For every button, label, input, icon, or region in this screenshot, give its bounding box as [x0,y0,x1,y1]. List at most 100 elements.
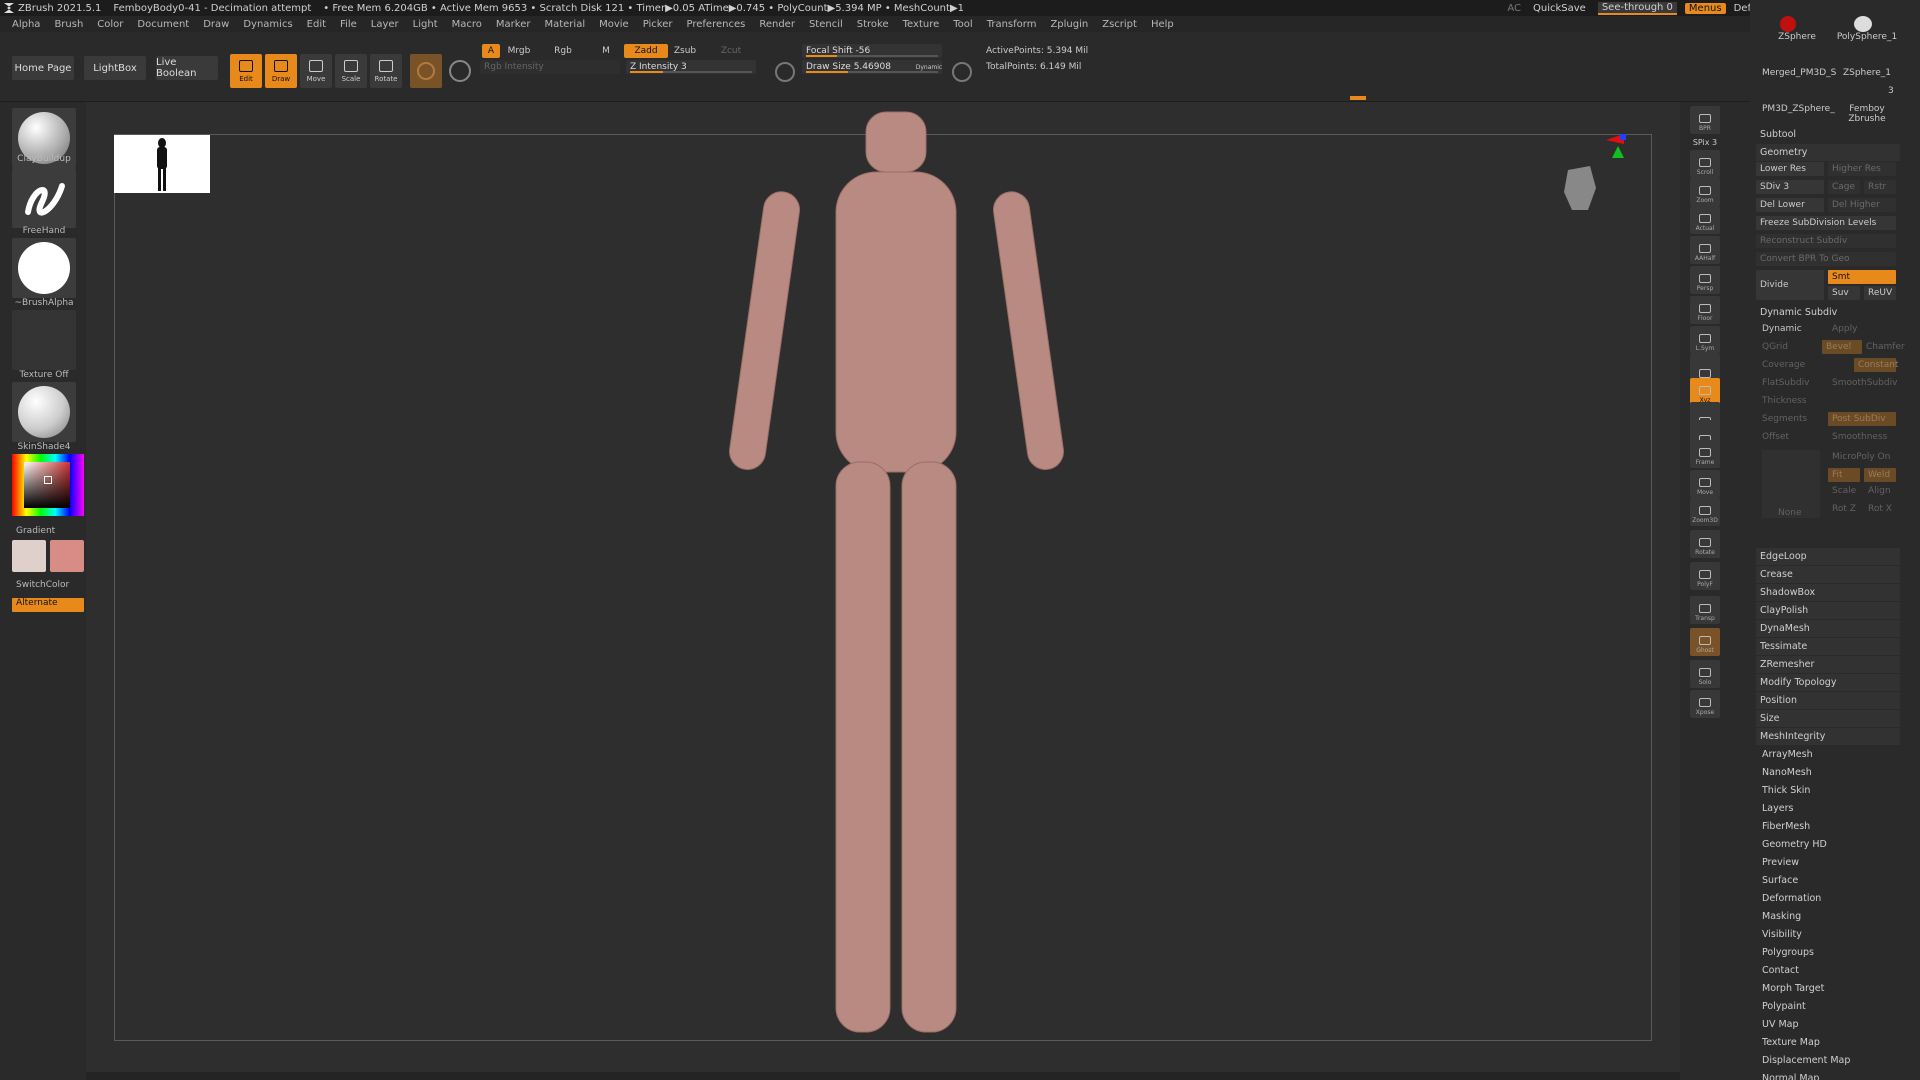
tool-texture-map-menu[interactable]: Texture Map [1758,1034,1902,1051]
reconstruct-subdiv-button[interactable]: Reconstruct Subdiv [1756,234,1896,248]
rgb-toggle[interactable]: Rgb [548,44,578,58]
reuv-button[interactable]: ReUV [1864,286,1896,300]
zadd-toggle[interactable]: Zadd [624,44,668,58]
shelf-ghost-button[interactable]: Ghost [1690,628,1720,656]
geometry-crease-button[interactable]: Crease [1756,566,1900,583]
menu-texture[interactable]: Texture [903,19,940,30]
tool-normal-map-menu[interactable]: Normal Map [1758,1070,1902,1080]
convert-bpr-button[interactable]: Convert BPR To Geo [1756,252,1896,266]
geometry-tessimate-button[interactable]: Tessimate [1756,638,1900,655]
rstr-button[interactable]: Rstr [1864,180,1896,194]
gizmo-axis-icon[interactable] [1546,130,1626,220]
edit-button[interactable]: Edit [230,54,262,88]
constant-toggle[interactable]: Constant [1854,358,1898,372]
menu-help[interactable]: Help [1151,19,1174,30]
rotz-label[interactable]: Rot Z [1832,504,1856,514]
tool-deformation-menu[interactable]: Deformation [1758,890,1902,907]
sdiv-slider[interactable]: SDiv 3 [1756,180,1824,194]
tool-geometry-hd-menu[interactable]: Geometry HD [1758,836,1902,853]
shelf-polyf-button[interactable]: PolyF [1690,562,1720,590]
subtool-thumb[interactable]: ZSphere [1762,32,1832,66]
zsphere-icon[interactable] [1780,16,1796,32]
model-mannequin-placeholder[interactable] [686,102,1126,1062]
shelf-floor-button[interactable]: Floor [1690,296,1720,324]
geometry-meshintegrity-button[interactable]: MeshIntegrity [1756,728,1900,745]
del-higher-button[interactable]: Del Higher [1828,198,1896,212]
geometry-modify-topology-button[interactable]: Modify Topology [1756,674,1900,691]
coverage-label[interactable]: Coverage [1762,360,1805,370]
tool-surface-menu[interactable]: Surface [1758,872,1902,889]
draw-button[interactable]: Draw [265,54,297,88]
move-button[interactable]: Move [300,54,332,88]
shelf-zoom-button[interactable]: Zoom [1690,178,1720,206]
shelf-zoom3d-button[interactable]: Zoom3D [1690,498,1720,526]
menu-edit[interactable]: Edit [307,19,326,30]
chamfer-label[interactable]: Chamfer [1866,342,1905,352]
rgb-sphere-icon[interactable] [449,60,471,82]
lower-res-button[interactable]: Lower Res [1756,162,1824,176]
geometry-dynamesh-button[interactable]: DynaMesh [1756,620,1900,637]
menu-macro[interactable]: Macro [452,19,482,30]
dynamic-subdiv-menu[interactable]: Dynamic Subdiv [1756,304,1900,321]
menu-preferences[interactable]: Preferences [687,19,746,30]
weld-toggle[interactable]: Weld [1864,468,1896,482]
suv-toggle[interactable]: Suv [1828,286,1860,300]
dynamic-label[interactable]: Dynamic [1762,324,1802,334]
home-page-button[interactable]: Home Page [12,56,74,80]
align-label[interactable]: Align [1868,486,1891,496]
smoothsubdiv-label[interactable]: SmoothSubdiv [1832,378,1897,388]
z-intensity-slider[interactable]: Z Intensity 3 [626,60,756,74]
material-sphere-button[interactable] [410,54,442,88]
tool-layers-menu[interactable]: Layers [1758,800,1902,817]
menu-movie[interactable]: Movie [599,19,629,30]
document-viewport[interactable] [86,102,1680,1072]
a-toggle[interactable]: A [482,44,500,58]
geometry-menu[interactable]: Geometry [1756,144,1900,161]
switch-color-label[interactable]: SwitchColor [16,580,84,590]
post-subdiv-toggle[interactable]: Post SubDiv [1828,412,1896,426]
smt-toggle[interactable]: Smt [1828,270,1896,284]
rotx-label[interactable]: Rot X [1868,504,1892,514]
tool-polygroups-menu[interactable]: Polygroups [1758,944,1902,961]
tool-polypaint-menu[interactable]: Polypaint [1758,998,1902,1015]
shelf-solo-button[interactable]: Solo [1690,660,1720,688]
navigation-preview[interactable] [114,135,210,193]
menu-zscript[interactable]: Zscript [1102,19,1137,30]
micropoly-label[interactable]: MicroPoly On [1832,452,1890,462]
higher-res-button[interactable]: Higher Res [1828,162,1896,176]
m-toggle[interactable]: M [598,44,614,58]
mrgb-toggle[interactable]: Mrgb [504,44,534,58]
del-lower-button[interactable]: Del Lower [1756,198,1824,212]
menus-button[interactable]: Menus [1684,2,1726,14]
menu-transform[interactable]: Transform [987,19,1037,30]
rotate-button[interactable]: Rotate [370,54,402,88]
material-thumbnail[interactable] [12,382,76,442]
tool-fibermesh-menu[interactable]: FiberMesh [1758,818,1902,835]
tool-nanomesh-menu[interactable]: NanoMesh [1758,764,1902,781]
lightbox-button[interactable]: LightBox [84,56,146,80]
menu-tool[interactable]: Tool [953,19,972,30]
menu-document[interactable]: Document [137,19,189,30]
menu-light[interactable]: Light [413,19,438,30]
geometry-position-button[interactable]: Position [1756,692,1900,709]
menu-dynamics[interactable]: Dynamics [243,19,292,30]
bevel-toggle[interactable]: Bevel [1822,340,1862,354]
tool-morph-target-menu[interactable]: Morph Target [1758,980,1902,997]
see-through-slider[interactable]: See-through 0 [1597,1,1677,15]
shelf-move-button[interactable]: Move [1690,470,1720,498]
tool-preview-menu[interactable]: Preview [1758,854,1902,871]
geometry-claypolish-button[interactable]: ClayPolish [1756,602,1900,619]
menu-layer[interactable]: Layer [371,19,399,30]
apply-label[interactable]: Apply [1832,324,1857,334]
menu-stroke[interactable]: Stroke [857,19,889,30]
geometry-zremesher-button[interactable]: ZRemesher [1756,656,1900,673]
tool-masking-menu[interactable]: Masking [1758,908,1902,925]
freeze-subdivision-button[interactable]: Freeze SubDivision Levels [1756,216,1896,230]
offset-label[interactable]: Offset [1762,432,1789,442]
menu-alpha[interactable]: Alpha [12,19,40,30]
shelf-frame-button[interactable]: Frame [1690,440,1720,468]
main-color-swatch[interactable] [12,540,46,572]
smoothness-label[interactable]: Smoothness [1832,432,1887,442]
menu-zplugin[interactable]: Zplugin [1050,19,1088,30]
shelf-persp-button[interactable]: Persp [1690,266,1720,294]
